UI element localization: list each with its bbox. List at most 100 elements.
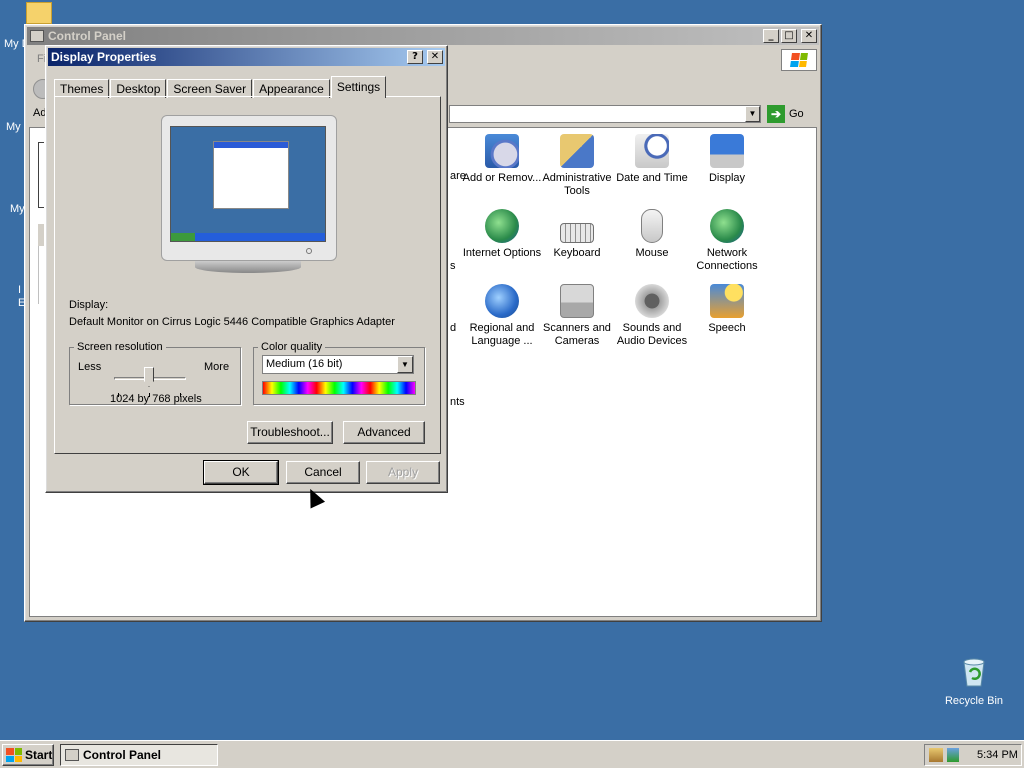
color-quality-select[interactable]: Medium (16 bit) ▼	[262, 355, 414, 374]
recycle-bin-icon	[963, 658, 985, 687]
cp-item-label: Internet Options	[462, 247, 542, 259]
cp-item-label: Sounds and Audio Devices	[616, 322, 688, 347]
display-properties-title: Display Properties	[51, 50, 157, 64]
close-button[interactable]: ✕	[801, 29, 817, 43]
monitor-preview	[161, 115, 337, 261]
cp-item-regional-language[interactable]: Regional and Language ...	[462, 284, 542, 348]
cancel-button[interactable]: Cancel	[286, 461, 360, 484]
control-panel-title: Control Panel	[48, 29, 127, 43]
color-quality-group: Color quality Medium (16 bit) ▼	[253, 341, 425, 405]
recycle-bin-label: Recycle Bin	[944, 695, 1004, 707]
scanners-cameras-icon	[560, 284, 594, 318]
display-label: Display:	[69, 299, 109, 311]
cp-item-sounds-audio[interactable]: Sounds and Audio Devices	[612, 284, 692, 348]
cp-item-internet-options[interactable]: Internet Options	[462, 209, 542, 260]
cp-item-label: Speech	[708, 322, 746, 334]
desktop-label-partial-4: I	[18, 284, 22, 296]
resolution-more-label: More	[204, 361, 230, 373]
cp-item-add-remove[interactable]: Add or Remov...	[462, 134, 542, 185]
cp-item-label: Regional and Language ...	[469, 322, 535, 347]
go-button[interactable]: ➔ Go	[767, 104, 817, 124]
monitor-power-icon	[306, 248, 312, 254]
tray-update-icon[interactable]	[947, 748, 959, 762]
screen-resolution-legend: Screen resolution	[74, 341, 166, 353]
dialog-close-button[interactable]: ✕	[427, 50, 443, 64]
cp-item-label: Scanners and Cameras	[543, 322, 611, 347]
start-button[interactable]: Start	[2, 744, 54, 766]
cp-item-administrative-tools[interactable]: Administrative Tools	[537, 134, 617, 198]
desktop-icon-my-documents[interactable]	[26, 2, 52, 24]
tray-network-icon[interactable]	[929, 748, 943, 762]
maximize-button[interactable]: □	[781, 29, 797, 43]
desktop-icon-recycle-bin[interactable]: Recycle Bin	[940, 656, 1008, 707]
desktop-label-partial-2: My	[6, 121, 21, 133]
tab-strip: Themes Desktop Screen Saver Appearance S…	[54, 76, 387, 98]
partial-label-4: nts	[450, 396, 465, 408]
cp-item-label: Display	[708, 172, 746, 184]
color-quality-dropdown-icon[interactable]: ▼	[397, 356, 413, 373]
administrative-tools-icon	[560, 134, 594, 168]
taskbar-item-control-panel[interactable]: Control Panel	[60, 744, 218, 766]
desktop-label-partial-3: My	[10, 203, 25, 215]
apply-button[interactable]: Apply	[366, 461, 440, 484]
control-panel-task-icon	[65, 749, 79, 761]
ok-button[interactable]: OK	[203, 460, 279, 485]
resolution-less-label: Less	[78, 361, 102, 373]
screen-resolution-group: Screen resolution Less More 1024 by 768 …	[69, 341, 241, 405]
resolution-slider-thumb[interactable]	[144, 367, 154, 387]
keyboard-icon	[560, 223, 594, 243]
sounds-audio-icon	[635, 284, 669, 318]
tab-settings[interactable]: Settings	[330, 76, 387, 98]
system-tray: 5:34 PM	[924, 744, 1022, 766]
cp-item-mouse[interactable]: Mouse	[612, 209, 692, 260]
resolution-value: 1024 by 768 pixels	[110, 393, 202, 405]
cp-item-label: Keyboard	[553, 247, 601, 259]
cp-item-label: Network Connections	[696, 247, 758, 272]
preview-taskbar	[171, 233, 325, 241]
cp-item-label: Add or Remov...	[462, 172, 542, 184]
help-button[interactable]: ?	[407, 50, 423, 64]
speech-icon	[710, 284, 744, 318]
cp-item-network-connections[interactable]: Network Connections	[687, 209, 767, 273]
preview-window	[213, 141, 289, 209]
monitor-preview-screen	[170, 126, 326, 242]
display-adapter-value: Default Monitor on Cirrus Logic 5446 Com…	[69, 316, 395, 328]
network-connections-icon	[710, 209, 744, 243]
cp-item-label: Date and Time	[616, 172, 688, 184]
cp-item-label: Administrative Tools	[542, 172, 612, 197]
go-label: Go	[789, 108, 804, 120]
taskbar: Start Control Panel 5:34 PM	[0, 740, 1024, 768]
windows-flag-icon	[6, 748, 22, 762]
color-quality-value: Medium (16 bit)	[266, 358, 343, 370]
left-task-pane-header	[38, 224, 44, 246]
address-input[interactable]: ▼	[449, 105, 761, 123]
cp-item-scanners-cameras[interactable]: Scanners and Cameras	[537, 284, 617, 348]
cp-item-speech[interactable]: Speech	[687, 284, 767, 335]
color-quality-legend: Color quality	[258, 341, 326, 353]
troubleshoot-button[interactable]: Troubleshoot...	[247, 421, 333, 444]
cp-item-label: Mouse	[635, 247, 669, 259]
settings-tab-panel: Display: Default Monitor on Cirrus Logic…	[54, 96, 441, 454]
control-panel-titlebar[interactable]: Control Panel _ □ ✕	[27, 27, 819, 45]
cp-item-date-time[interactable]: Date and Time	[612, 134, 692, 185]
display-properties-titlebar[interactable]: Display Properties ? ✕	[48, 48, 445, 66]
minimize-button[interactable]: _	[763, 29, 779, 43]
cp-item-keyboard[interactable]: Keyboard	[537, 209, 617, 260]
address-dropdown-button[interactable]: ▼	[745, 106, 760, 122]
add-remove-programs-icon	[485, 134, 519, 168]
display-icon	[710, 134, 744, 168]
partial-label-3: d	[450, 322, 457, 334]
partial-label-2: s	[450, 260, 456, 272]
taskbar-item-label: Control Panel	[83, 748, 162, 762]
display-properties-dialog[interactable]: Display Properties ? ✕ Themes Desktop Sc…	[45, 45, 448, 493]
advanced-button[interactable]: Advanced	[343, 421, 425, 444]
windows-logo-icon	[781, 49, 817, 71]
clock: 5:34 PM	[977, 749, 1018, 761]
cp-item-display[interactable]: Display	[687, 134, 767, 185]
go-arrow-icon: ➔	[767, 105, 785, 123]
regional-language-icon	[485, 284, 519, 318]
control-panel-window-icon	[30, 30, 44, 42]
left-task-pane-partial	[38, 142, 44, 208]
date-time-icon	[635, 134, 669, 168]
internet-options-icon	[485, 209, 519, 243]
